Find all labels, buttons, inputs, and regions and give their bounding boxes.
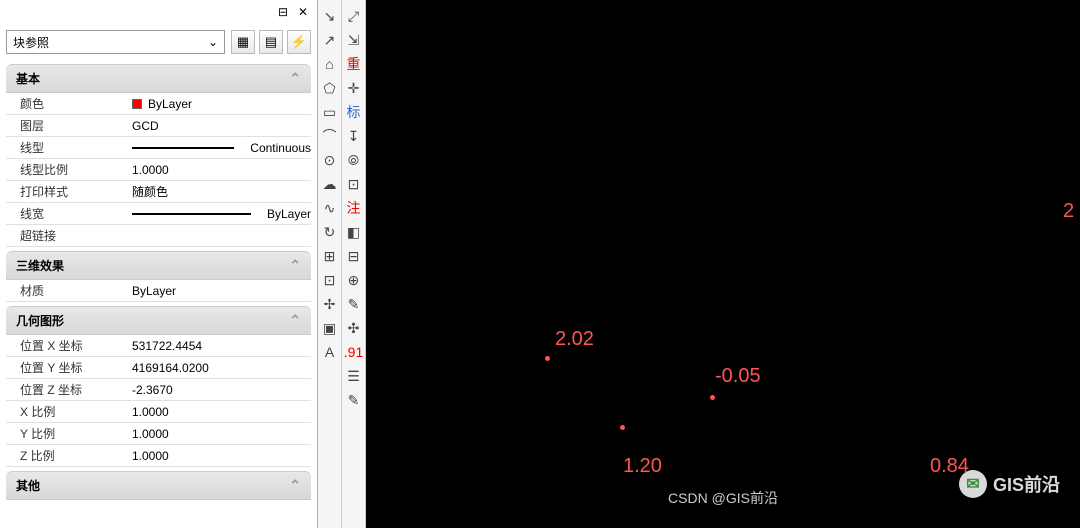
modify-tool-button[interactable]: ✛ xyxy=(343,77,365,99)
elevation-point[interactable] xyxy=(710,395,715,400)
modify-tool-button[interactable]: 重 xyxy=(343,53,365,75)
section-basic-header[interactable]: 基本 ⌃ xyxy=(6,64,311,93)
modify-tool-button[interactable]: .91 xyxy=(343,341,365,363)
quickselect-icon[interactable]: ▤ xyxy=(259,30,283,54)
chevron-collapse-icon: ⌃ xyxy=(289,257,301,274)
chevron-collapse-icon: ⌃ xyxy=(289,312,301,329)
draw-toolbar: ↘↗⌂⬠▭⌒⊙☁∿↻⊞⊡✢▣A xyxy=(318,0,342,528)
csdn-watermark: CSDN @GIS前沿 xyxy=(668,488,778,508)
pim-tool-icon[interactable]: ▦ xyxy=(231,30,255,54)
elevation-label: 2 xyxy=(1063,200,1074,223)
line-sample-icon xyxy=(132,147,234,149)
draw-tool-button[interactable]: ↗ xyxy=(319,29,341,51)
chevron-collapse-icon: ⌃ xyxy=(289,477,301,494)
properties-panel: ⊟ ✕ 块参照 ⌄ ▦ ▤ ⚡ 基本 ⌃ 颜色 ByLayer 图层 GCD 线… xyxy=(0,0,318,528)
draw-tool-button[interactable]: ⌒ xyxy=(319,125,341,147)
pin-icon[interactable]: ⊟ xyxy=(273,2,293,22)
prop-lineweight[interactable]: 线宽 ByLayer xyxy=(6,203,311,225)
modify-tool-button[interactable]: 注 xyxy=(343,197,365,219)
prop-material[interactable]: 材质 ByLayer xyxy=(6,280,311,302)
section-3d-header[interactable]: 三维效果 ⌃ xyxy=(6,251,311,280)
modify-toolbar: ⤢⇲重✛标↧⦾⊡注◧⊟⊕✎✣.91☰✎ xyxy=(342,0,366,528)
prop-pos-z[interactable]: 位置 Z 坐标 -2.3670 xyxy=(6,379,311,401)
draw-tool-button[interactable]: ▣ xyxy=(319,317,341,339)
modify-tool-button[interactable]: ⊡ xyxy=(343,173,365,195)
prop-scale-y[interactable]: Y 比例 1.0000 xyxy=(6,423,311,445)
section-other-header[interactable]: 其他 ⌃ xyxy=(6,471,311,500)
prop-color[interactable]: 颜色 ByLayer xyxy=(6,93,311,115)
draw-tool-button[interactable]: ⊞ xyxy=(319,245,341,267)
elevation-point[interactable] xyxy=(545,356,550,361)
prop-linetype[interactable]: 线型 Continuous xyxy=(6,137,311,159)
modify-tool-button[interactable]: ⤢ xyxy=(343,5,365,27)
filter-icon[interactable]: ⚡ xyxy=(287,30,311,54)
prop-plot-style[interactable]: 打印样式 随颜色 xyxy=(6,181,311,203)
object-type-value: 块参照 xyxy=(13,34,49,51)
draw-tool-button[interactable]: ⊡ xyxy=(319,269,341,291)
modify-tool-button[interactable]: 标 xyxy=(343,101,365,123)
draw-tool-button[interactable]: ∿ xyxy=(319,197,341,219)
draw-tool-button[interactable]: ⌂ xyxy=(319,53,341,75)
draw-tool-button[interactable]: ▭ xyxy=(319,101,341,123)
object-type-dropdown[interactable]: 块参照 ⌄ xyxy=(6,30,225,54)
draw-tool-button[interactable]: ⬠ xyxy=(319,77,341,99)
modify-tool-button[interactable]: ⊕ xyxy=(343,269,365,291)
draw-tool-button[interactable]: ⊙ xyxy=(319,149,341,171)
modify-tool-button[interactable]: ⇲ xyxy=(343,29,365,51)
modify-tool-button[interactable]: ◧ xyxy=(343,221,365,243)
prop-scale-x[interactable]: X 比例 1.0000 xyxy=(6,401,311,423)
draw-tool-button[interactable]: ☁ xyxy=(319,173,341,195)
modify-tool-button[interactable]: ⦾ xyxy=(343,149,365,171)
elevation-label: 2.02 xyxy=(555,328,594,351)
prop-hyperlink[interactable]: 超链接 xyxy=(6,225,311,247)
draw-tool-button[interactable]: ✢ xyxy=(319,293,341,315)
prop-layer[interactable]: 图层 GCD xyxy=(6,115,311,137)
chevron-collapse-icon: ⌃ xyxy=(289,70,301,87)
prop-pos-x[interactable]: 位置 X 坐标 531722.4454 xyxy=(6,335,311,357)
wechat-watermark: ✉ GIS前沿 xyxy=(959,470,1060,498)
modify-tool-button[interactable]: ✣ xyxy=(343,317,365,339)
modify-tool-button[interactable]: ✎ xyxy=(343,389,365,411)
prop-pos-y[interactable]: 位置 Y 坐标 4169164.0200 xyxy=(6,357,311,379)
elevation-label: 0.84 xyxy=(930,455,969,478)
prop-lt-scale[interactable]: 线型比例 1.0000 xyxy=(6,159,311,181)
draw-tool-button[interactable]: ↻ xyxy=(319,221,341,243)
elevation-label: 1.20 xyxy=(623,455,662,478)
modify-tool-button[interactable]: ✎ xyxy=(343,293,365,315)
line-sample-icon xyxy=(132,213,251,215)
drawing-canvas[interactable]: ✉ GIS前沿 CSDN @GIS前沿 2.02 -0.05 1.20 0.84 2 xyxy=(366,0,1080,528)
color-swatch-icon xyxy=(132,99,142,109)
section-geometry-header[interactable]: 几何图形 ⌃ xyxy=(6,306,311,335)
modify-tool-button[interactable]: ☰ xyxy=(343,365,365,387)
elevation-point[interactable] xyxy=(620,425,625,430)
chevron-down-icon: ⌄ xyxy=(208,35,218,49)
draw-tool-button[interactable]: ↘ xyxy=(319,5,341,27)
elevation-label: -0.05 xyxy=(715,365,761,388)
modify-tool-button[interactable]: ⊟ xyxy=(343,245,365,267)
draw-tool-button[interactable]: A xyxy=(319,341,341,363)
close-icon[interactable]: ✕ xyxy=(293,2,313,22)
prop-scale-z[interactable]: Z 比例 1.0000 xyxy=(6,445,311,467)
modify-tool-button[interactable]: ↧ xyxy=(343,125,365,147)
